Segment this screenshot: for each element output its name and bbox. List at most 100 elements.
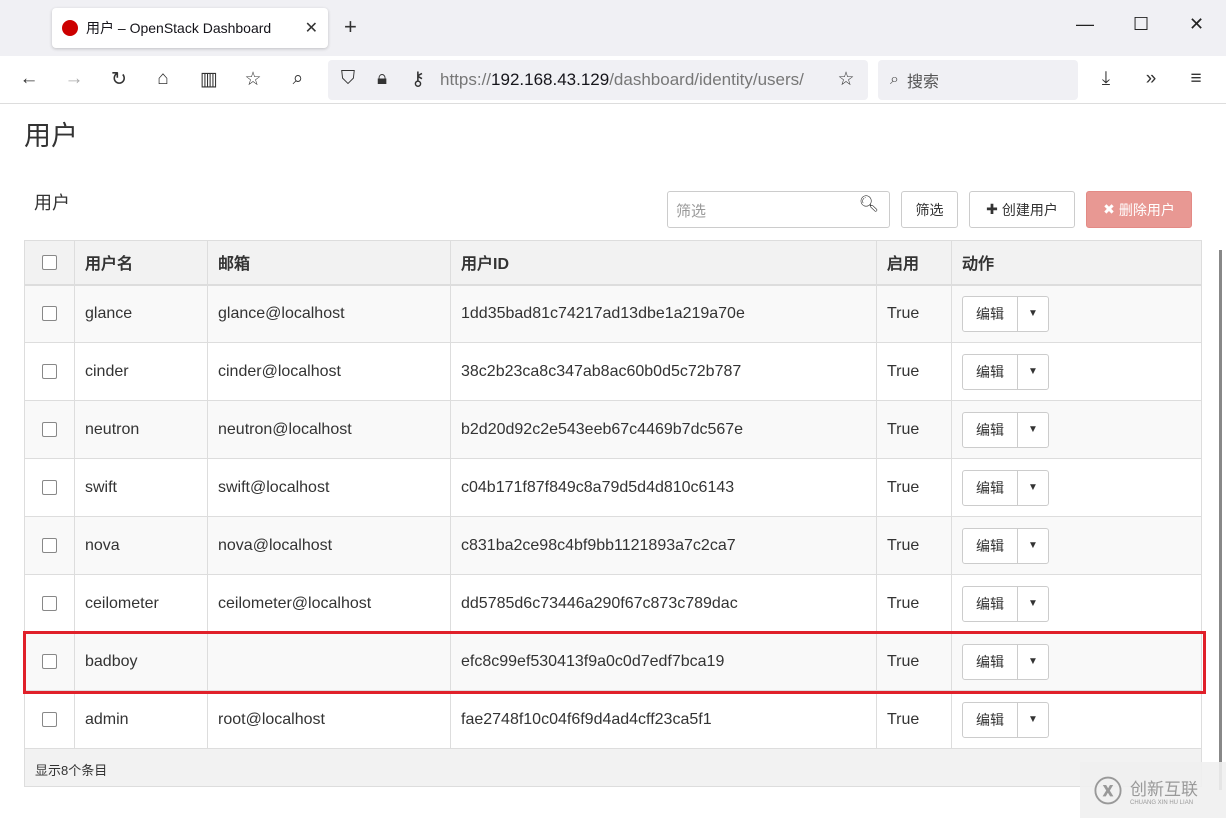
row-actions: 编辑 ▼ xyxy=(962,527,1049,564)
browser-tab[interactable]: 用户 – OpenStack Dashboard ✕ xyxy=(52,8,328,48)
shield-icon[interactable]: ⛉ xyxy=(336,68,360,90)
reload-icon[interactable]: ↻ xyxy=(107,68,131,91)
cell-user-id: b2d20d92c2e543eeb67c4469b7dc567e xyxy=(450,400,877,459)
edit-button[interactable]: 编辑 xyxy=(963,355,1017,389)
overflow-icon[interactable]: » xyxy=(1139,68,1163,90)
download-icon[interactable]: ⤓ xyxy=(1094,68,1118,90)
forward-icon[interactable]: → xyxy=(62,68,86,90)
lock-warning-icon[interactable]: 🔒︎ xyxy=(370,68,394,90)
select-all-checkbox[interactable] xyxy=(42,254,57,270)
home-icon[interactable]: ⌂ xyxy=(151,68,175,90)
minimize-icon[interactable]: — xyxy=(1076,14,1094,35)
new-tab-icon[interactable]: + xyxy=(344,14,357,40)
row-checkbox[interactable] xyxy=(42,421,57,437)
cell-enabled: True xyxy=(876,400,952,459)
delete-user-button[interactable]: ✖ 删除用户 xyxy=(1086,191,1192,228)
close-tab-icon[interactable]: ✕ xyxy=(305,18,318,38)
bookmark-icon[interactable]: ☆ xyxy=(834,68,858,91)
tab-bar: 用户 – OpenStack Dashboard ✕ + — ☐ ✕ xyxy=(0,0,1226,56)
section-title: 用户 xyxy=(34,193,70,213)
row-actions: 编辑 ▼ xyxy=(962,353,1049,390)
actions-dropdown-caret-icon[interactable]: ▼ xyxy=(1017,470,1048,505)
key-icon[interactable]: ⚷ xyxy=(406,68,430,91)
cell-email: nova@localhost xyxy=(207,516,451,575)
watermark-logo-icon: ⓧ xyxy=(1094,776,1123,807)
row-checkbox[interactable] xyxy=(42,363,57,379)
cell-username[interactable]: swift xyxy=(74,458,208,517)
header-email[interactable]: 邮箱 xyxy=(207,240,451,286)
back-icon[interactable]: ← xyxy=(17,68,41,90)
nav-toolbar: ← → ↻ ⌂ ▥ ☆ ⌕ ⛉ 🔒︎ ⚷ https://192.168.43.… xyxy=(0,56,1226,104)
header-user-id[interactable]: 用户ID xyxy=(450,240,877,286)
row-checkbox[interactable] xyxy=(42,306,57,322)
cell-enabled: True xyxy=(876,458,952,517)
cell-username[interactable]: cinder xyxy=(74,342,208,401)
actions-dropdown-caret-icon[interactable]: ▼ xyxy=(1017,528,1048,563)
table-footer: 显示8个条目 xyxy=(24,748,1202,787)
search-bar[interactable]: ⌕ 搜索 xyxy=(878,60,1078,100)
table-row: ceilometer ceilometer@localhost dd5785d6… xyxy=(24,574,1202,633)
row-actions: 编辑 ▼ xyxy=(962,469,1049,506)
cell-user-id: c831ba2ce98c4bf9bb1121893a7c2ca7 xyxy=(450,516,877,575)
cell-enabled: True xyxy=(876,690,952,749)
create-user-button[interactable]: ✚ 创建用户 xyxy=(969,191,1075,228)
table-header: 用户名 邮箱 用户ID 启用 动作 xyxy=(24,240,1202,286)
delete-user-label: 删除用户 xyxy=(1118,201,1175,218)
actions-dropdown-caret-icon[interactable]: ▼ xyxy=(1017,702,1048,737)
cell-username[interactable]: nova xyxy=(74,516,208,575)
actions-dropdown-caret-icon[interactable]: ▼ xyxy=(1017,354,1048,389)
edit-button[interactable]: 编辑 xyxy=(963,297,1017,331)
cell-email: neutron@localhost xyxy=(207,400,451,459)
url-bar[interactable]: ⛉ 🔒︎ ⚷ https://192.168.43.129/dashboard/… xyxy=(328,60,868,100)
actions-dropdown-caret-icon[interactable]: ▼ xyxy=(1017,296,1048,331)
cell-enabled: True xyxy=(876,574,952,633)
filter-button[interactable]: 筛选 xyxy=(901,191,958,228)
actions-dropdown-caret-icon[interactable]: ▼ xyxy=(1017,412,1048,447)
bookmark-star-icon[interactable]: ☆ xyxy=(241,68,265,91)
search-icon: ⌕ xyxy=(890,71,899,88)
cell-user-id: 38c2b23ca8c347ab8ac60b0d5c72b787 xyxy=(450,342,877,401)
url-path: /dashboard/identity/users/ xyxy=(609,70,804,89)
page-title: 用户 xyxy=(24,121,78,151)
cell-enabled: True xyxy=(876,342,952,401)
reader-view-icon[interactable]: ▥ xyxy=(197,68,221,91)
row-checkbox[interactable] xyxy=(42,711,57,727)
table-row: neutron neutron@localhost b2d20d92c2e543… xyxy=(24,400,1202,459)
cell-username[interactable]: glance xyxy=(74,284,208,343)
filter-input[interactable]: 筛选 🔍︎ xyxy=(667,191,890,228)
cell-enabled: True xyxy=(876,516,952,575)
search-icon[interactable]: ⌕ xyxy=(286,68,310,90)
row-actions: 编辑 ▼ xyxy=(962,295,1049,332)
header-actions: 动作 xyxy=(951,240,1202,286)
plus-icon: ✚ xyxy=(986,201,998,217)
edit-button[interactable]: 编辑 xyxy=(963,703,1017,737)
maximize-icon[interactable]: ☐ xyxy=(1133,14,1149,35)
table-row: admin root@localhost fae2748f10c04f6f9d4… xyxy=(24,690,1202,749)
edit-button[interactable]: 编辑 xyxy=(963,471,1017,505)
actions-dropdown-caret-icon[interactable]: ▼ xyxy=(1017,586,1048,621)
edit-button[interactable]: 编辑 xyxy=(963,587,1017,621)
cell-username[interactable]: ceilometer xyxy=(74,574,208,633)
cell-email: swift@localhost xyxy=(207,458,451,517)
row-checkbox[interactable] xyxy=(42,595,57,611)
cell-email: cinder@localhost xyxy=(207,342,451,401)
row-checkbox[interactable] xyxy=(42,479,57,495)
cell-username[interactable]: neutron xyxy=(74,400,208,459)
header-username[interactable]: 用户名 xyxy=(74,240,208,286)
menu-icon[interactable]: ≡ xyxy=(1184,68,1208,90)
cell-user-id: dd5785d6c73446a290f67c873c789dac xyxy=(450,574,877,633)
header-enabled[interactable]: 启用 xyxy=(876,240,952,286)
close-window-icon[interactable]: ✕ xyxy=(1189,14,1204,35)
scrollbar[interactable] xyxy=(1219,250,1222,790)
edit-button[interactable]: 编辑 xyxy=(963,529,1017,563)
tab-title: 用户 – OpenStack Dashboard xyxy=(86,20,272,36)
row-checkbox[interactable] xyxy=(42,537,57,553)
table-row: cinder cinder@localhost 38c2b23ca8c347ab… xyxy=(24,342,1202,401)
watermark: ⓧ 创新互联 CHUANG XIN HU LIAN xyxy=(1080,762,1226,818)
search-icon[interactable]: 🔍︎ xyxy=(859,194,879,214)
filter-placeholder: 筛选 xyxy=(676,203,707,220)
edit-button[interactable]: 编辑 xyxy=(963,413,1017,447)
cell-username[interactable]: admin xyxy=(74,690,208,749)
x-icon: ✖ xyxy=(1103,201,1115,217)
cell-user-id: fae2748f10c04f6f9d4ad4cff23ca5f1 xyxy=(450,690,877,749)
